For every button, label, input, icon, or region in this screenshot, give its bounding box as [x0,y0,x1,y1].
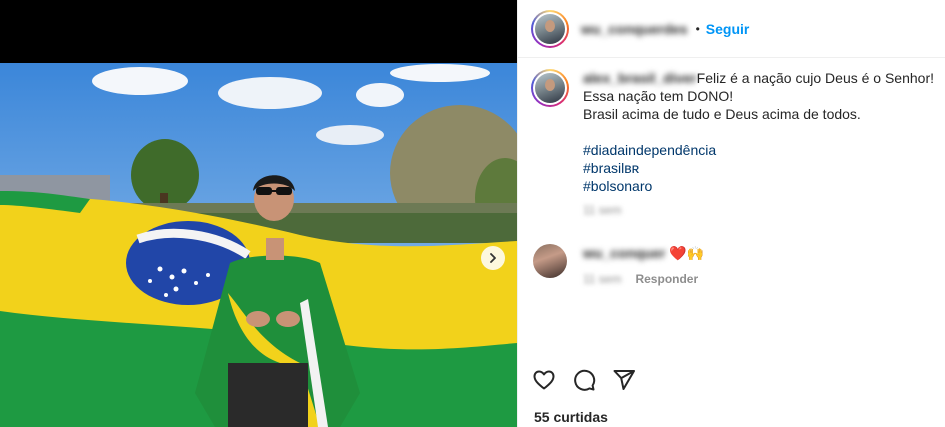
caption-timestamp: 11 sem [583,203,622,217]
avatar-frame [533,71,567,105]
likes-count[interactable]: 55 curtidas [534,409,608,425]
author-avatar[interactable] [531,9,569,48]
follow-button[interactable]: Seguir [706,21,750,37]
commenter-avatar[interactable] [533,244,567,278]
share-button[interactable] [611,367,637,393]
next-photo-button[interactable] [481,246,505,270]
post-sidebar: wu_conquerdes • Seguir alex_brasil_diver… [517,0,945,427]
comment-item: wu_conquer ❤️🙌 11 sem Responder [531,244,936,288]
heart-icon [533,370,555,390]
post-photo[interactable] [0,63,517,427]
avatar-frame [533,11,567,46]
caption-line-3: Brasil acima de tudo e Deus acima de tod… [583,106,861,122]
commenter-username[interactable]: wu_conquer [583,245,665,261]
comment-timestamp: 11 sem [583,272,622,286]
post-header: wu_conquerdes • Seguir [518,0,945,58]
caption-line-1: Feliz é a nação cujo Deus é o Senhor! [696,70,935,86]
avatar-image [535,13,565,44]
caption-username[interactable]: alex_brasil_diver [583,70,697,86]
comment-body: wu_conquer ❤️🙌 11 sem Responder [583,244,704,288]
paper-plane-icon [613,370,635,390]
instagram-post-view: wu_conquerdes • Seguir alex_brasil_diver… [0,0,945,427]
avatar-image [535,73,565,103]
comment-meta: 11 sem Responder [583,270,704,288]
comment-button[interactable] [571,367,597,393]
post-media [0,0,517,427]
reply-button[interactable]: Responder [635,270,698,288]
caption-text: alex_brasil_diverFeliz é a nação cujo De… [583,69,934,219]
comment-icon [574,369,596,391]
hashtag-link[interactable]: #brasilʙʀ [583,159,934,177]
chevron-right-icon [490,253,496,263]
like-button[interactable] [531,367,557,393]
post-caption: alex_brasil_diverFeliz é a nação cujo De… [531,69,936,219]
caption-avatar[interactable] [531,69,569,107]
hashtag-link[interactable]: #bolsonaro [583,177,934,195]
author-username[interactable]: wu_conquerdes [581,21,688,37]
comment-text: ❤️🙌 [669,245,705,261]
hashtag-link[interactable]: #diadaindependência [583,141,934,159]
post-actions [531,367,637,393]
caption-line-2: Essa nação tem DONO! [583,88,734,104]
separator-dot: • [695,21,700,36]
